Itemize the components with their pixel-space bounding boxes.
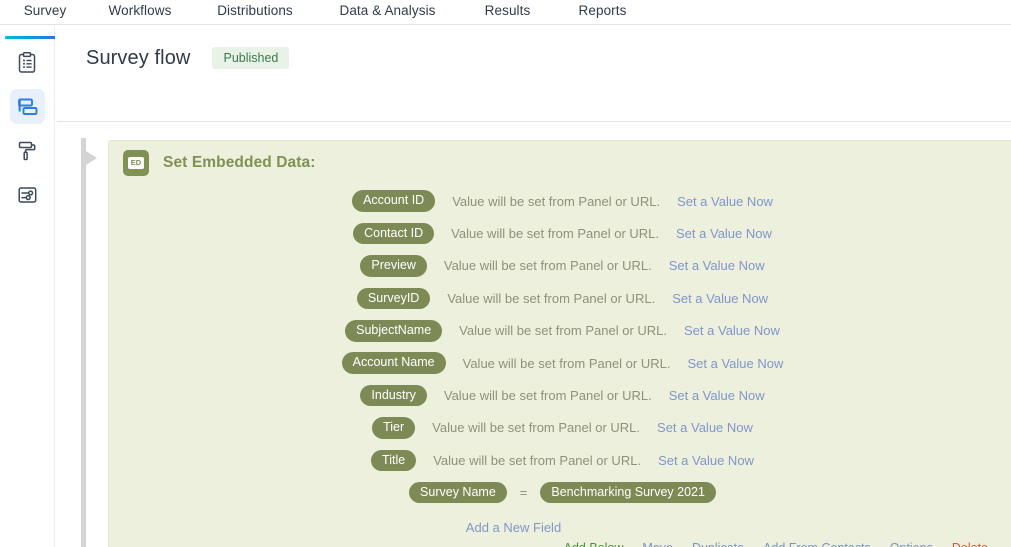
field-name-pill[interactable]: Account ID <box>352 190 436 212</box>
sidebar-item-look-and-feel[interactable] <box>10 133 45 168</box>
action-add-from-contacts[interactable]: Add From Contacts <box>763 541 871 547</box>
embedded-data-row: Survey Name = Benchmarking Survey 2021 <box>109 477 1011 509</box>
block-actions: Add Below Move Duplicate Add From Contac… <box>564 541 988 547</box>
action-move[interactable]: Move <box>642 541 673 547</box>
tab-label: Workflows <box>108 3 172 18</box>
embedded-data-row: Account Name Value will be set from Pane… <box>109 347 1011 379</box>
tab-label: Data & Analysis <box>339 3 436 18</box>
tab-workflows[interactable]: Workflows <box>85 0 195 18</box>
clipboard-icon <box>17 51 37 74</box>
field-description: Value will be set from Panel or URL. <box>433 452 642 468</box>
field-name-pill[interactable]: Industry <box>360 384 427 407</box>
action-options[interactable]: Options <box>890 541 933 547</box>
field-value-pill[interactable]: Benchmarking Survey 2021 <box>540 481 716 504</box>
tab-results[interactable]: Results <box>460 0 555 18</box>
embedded-data-field-list: Account ID Value will be set from Panel … <box>109 185 1011 535</box>
sliders-icon <box>17 185 38 205</box>
field-name-pill[interactable]: Account Name <box>341 352 446 374</box>
set-a-value-now-link[interactable]: Set a Value Now <box>669 258 765 273</box>
set-a-value-now-link[interactable]: Set a Value Now <box>676 226 772 241</box>
tab-survey[interactable]: Survey <box>5 0 85 39</box>
set-a-value-now-link[interactable]: Set a Value Now <box>669 388 765 403</box>
add-new-field-row: Add a New Field <box>109 520 1011 535</box>
tab-label: Survey <box>23 3 67 18</box>
field-name-pill[interactable]: Title <box>371 449 417 472</box>
app-body: Survey flow Published ED Set Embedded Da… <box>0 25 1011 547</box>
page-title: Survey flow <box>86 46 191 69</box>
field-name-pill[interactable]: Contact ID <box>353 222 435 245</box>
embedded-data-header: ED Set Embedded Data: <box>109 141 1011 176</box>
field-description: Value will be set from Panel or URL. <box>462 355 671 371</box>
add-a-new-field-link[interactable]: Add a New Field <box>466 520 561 535</box>
field-description: Value will be set from Panel or URL. <box>452 193 661 209</box>
equals-sign: = <box>519 485 528 501</box>
embedded-data-row: Tier Value will be set from Panel or URL… <box>109 412 1011 444</box>
embedded-data-row: SubjectName Value will be set from Panel… <box>109 315 1011 347</box>
tab-label: Distributions <box>217 3 293 18</box>
field-name-pill[interactable]: Preview <box>360 255 427 277</box>
action-add-below[interactable]: Add Below <box>564 541 624 547</box>
embedded-data-row: Industry Value will be set from Panel or… <box>109 379 1011 411</box>
tab-distributions[interactable]: Distributions <box>195 0 315 18</box>
embedded-data-row: SurveyID Value will be set from Panel or… <box>109 282 1011 314</box>
survey-flow-icon <box>17 97 38 117</box>
set-a-value-now-link[interactable]: Set a Value Now <box>684 323 780 338</box>
embedded-data-row: Account ID Value will be set from Panel … <box>109 185 1011 217</box>
embedded-data-row: Title Value will be set from Panel or UR… <box>109 444 1011 476</box>
sidebar-item-survey-flow[interactable] <box>9 89 45 124</box>
field-name-pill[interactable]: SurveyID <box>356 287 431 310</box>
set-a-value-now-link[interactable]: Set a Value Now <box>658 453 754 468</box>
action-delete[interactable]: Delete <box>952 541 988 547</box>
tab-label: Results <box>484 3 531 18</box>
paint-roller-icon <box>17 140 37 162</box>
field-description: Value will be set from Panel or URL. <box>451 226 660 242</box>
main-tabbar: Survey Workflows Distributions Data & An… <box>0 0 1011 39</box>
field-name-pill[interactable]: SubjectName <box>345 320 443 342</box>
embedded-data-chip: ED <box>123 150 149 176</box>
set-a-value-now-link[interactable]: Set a Value Now <box>687 356 783 371</box>
embedded-data-block[interactable]: ED Set Embedded Data: Account ID Value w… <box>108 140 1011 547</box>
flow-connector-line <box>81 138 86 547</box>
field-name-pill[interactable]: Survey Name <box>409 481 507 504</box>
page-header: Survey flow Published <box>55 25 1011 77</box>
survey-flow-canvas: ED Set Embedded Data: Account ID Value w… <box>55 122 1011 547</box>
status-badge: Published <box>212 46 290 70</box>
set-a-value-now-link[interactable]: Set a Value Now <box>657 420 753 435</box>
action-duplicate[interactable]: Duplicate <box>692 541 744 547</box>
tab-data-and-analysis[interactable]: Data & Analysis <box>315 0 460 18</box>
flow-arrow-icon <box>86 151 97 165</box>
field-description: Value will be set from Panel or URL. <box>443 258 652 274</box>
embedded-data-row: Preview Value will be set from Panel or … <box>109 250 1011 282</box>
set-a-value-now-link[interactable]: Set a Value Now <box>677 194 773 209</box>
field-description: Value will be set from Panel or URL. <box>443 388 652 404</box>
tab-label: Reports <box>578 3 627 18</box>
sidebar-rail <box>0 25 55 547</box>
embedded-data-title: Set Embedded Data: <box>163 154 316 171</box>
embedded-data-chip-label: ED <box>127 157 145 169</box>
sidebar-item-survey-builder[interactable] <box>10 45 45 80</box>
content-area: Survey flow Published ED Set Embedded Da… <box>55 25 1011 547</box>
field-description: Value will be set from Panel or URL. <box>459 323 668 339</box>
sidebar-item-survey-options[interactable] <box>10 177 45 212</box>
tab-reports[interactable]: Reports <box>555 0 650 18</box>
field-description: Value will be set from Panel or URL. <box>432 420 641 436</box>
embedded-data-row: Contact ID Value will be set from Panel … <box>109 217 1011 249</box>
field-description: Value will be set from Panel or URL. <box>447 290 656 306</box>
set-a-value-now-link[interactable]: Set a Value Now <box>672 291 768 306</box>
field-name-pill[interactable]: Tier <box>372 417 416 439</box>
